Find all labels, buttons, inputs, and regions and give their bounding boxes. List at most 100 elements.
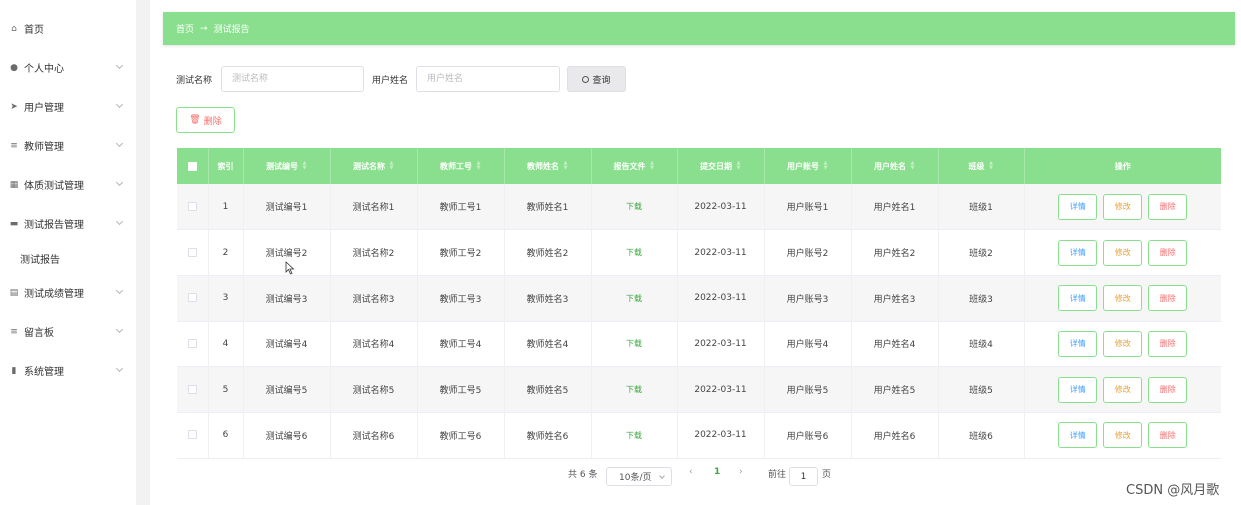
cell-report: 下载 [591,412,678,459]
cell-index: 6 [208,412,244,459]
cell-report: 下载 [591,366,678,413]
sidebar-item-users[interactable]: ➤ 用户管理 [0,87,136,126]
download-link[interactable]: 下载 [626,248,642,257]
table-row: 1 测试编号1 测试名称1 教师工号1 教师姓名1 下载 2022-03-11 用户账号1 用户… [177,184,1222,231]
edit-button[interactable]: 修改 [1103,376,1143,403]
sidebar-item-home[interactable]: ⌂ 首页 [0,9,136,48]
sidebar-item-guestbook[interactable]: ≡ 留言板 [0,312,136,351]
chevron-down-icon [115,364,124,373]
list-icon: ≡ [10,140,18,151]
select-all-checkbox[interactable] [187,161,197,171]
cell-test-no: 测试编号6 [243,412,331,459]
user-name-input[interactable] [416,66,560,92]
column-header-user-account[interactable]: 用户账号 ▲ ▼ [764,148,852,184]
batch-delete-button[interactable]: 🗑 删除 [176,107,235,133]
cell-user-account: 用户账号2 [764,229,852,276]
chevron-down-icon [115,325,124,334]
row-select-cell [177,184,209,231]
batch-delete-label: 删除 [203,116,222,127]
table-row: 2 测试编号2 测试名称2 教师工号2 教师姓名2 下载 2022-03-11 用户账号2 用户… [177,229,1221,276]
sidebar-item-scores[interactable]: ▤ 测试成绩管理 [0,273,136,312]
column-header-submit-date[interactable]: 提交日期 ▲ ▼ [677,148,765,184]
next-page-button[interactable]: › [739,467,743,477]
page-number-current[interactable]: 1 [714,467,720,477]
detail-button[interactable]: 详情 [1058,193,1098,220]
delete-button[interactable]: 删除 [1148,422,1188,449]
edit-button[interactable]: 修改 [1103,239,1143,266]
sidebar-subitem-test-report[interactable]: 测试报告 [0,243,136,273]
cell-actions: 详情 修改 删除 [1024,412,1221,459]
delete-button[interactable]: 删除 [1148,285,1188,312]
mouse-cursor-icon [285,261,295,275]
column-header-teacher-name[interactable]: 教师姓名 ▲ ▼ [504,148,592,184]
detail-button[interactable]: 详情 [1058,330,1098,357]
breadcrumb-current: 测试报告 [213,25,250,35]
sidebar-item-test-reports[interactable]: ▬ 测试报告管理 [0,204,136,243]
cell-test-no: 测试编号4 [243,321,331,368]
edit-button[interactable]: 修改 [1103,330,1143,357]
trash-icon: 🗑 [189,115,201,125]
row-actions: 详情 修改 删除 [1025,193,1222,220]
detail-button[interactable]: 详情 [1058,239,1098,266]
sidebar-item-profile[interactable]: ● 个人中心 [0,48,136,87]
row-checkbox[interactable] [187,201,197,211]
cell-class: 班级5 [938,366,1025,413]
column-header-report[interactable]: 报告文件 ▲ ▼ [591,148,678,184]
column-header-label: 测试编号 [266,161,298,171]
column-header-test-no[interactable]: 测试编号 ▲ ▼ [243,148,331,184]
download-link[interactable]: 下载 [626,431,642,440]
cell-submit-date: 2022-03-11 [677,275,765,322]
sidebar-item-teachers[interactable]: ≡ 教师管理 [0,126,136,165]
detail-button[interactable]: 详情 [1058,376,1098,403]
edit-button[interactable]: 修改 [1103,285,1143,312]
breadcrumb-home[interactable]: 首页 [176,22,194,35]
cell-user-name: 用户姓名5 [851,366,939,413]
row-checkbox[interactable] [187,293,197,303]
row-checkbox[interactable] [187,430,197,440]
column-header-class[interactable]: 班级 ▲ ▼ [938,148,1025,184]
breadcrumb: 首页 → 测试报告 [163,12,1235,45]
row-checkbox[interactable] [187,384,197,394]
download-link[interactable]: 下载 [626,294,642,303]
table-row: 3 测试编号3 测试名称3 教师工号3 教师姓名3 下载 2022-03-11 用户账号3 用户… [177,275,1221,322]
delete-button[interactable]: 删除 [1148,193,1188,220]
sidebar-item-label: 留言板 [24,328,54,339]
sidebar-item-label: 个人中心 [24,64,64,75]
column-header-label: 用户账号 [787,161,819,171]
sidebar-item-system[interactable]: ▮ 系统管理 [0,351,136,390]
sort-icon: ▲ ▼ [989,160,993,171]
cell-test-name: 测试名称5 [330,366,418,413]
detail-button[interactable]: 详情 [1058,422,1098,449]
prev-page-button[interactable]: ‹ [689,467,693,477]
cell-submit-date: 2022-03-11 [677,366,765,413]
test-name-label: 测试名称 [176,76,213,86]
test-name-input[interactable] [221,66,364,92]
column-header-teacher-no[interactable]: 教师工号 ▲ ▼ [417,148,505,184]
edit-button[interactable]: 修改 [1103,193,1143,220]
cell-teacher-no: 教师工号2 [417,229,505,276]
download-link[interactable]: 下载 [626,385,642,394]
delete-button[interactable]: 删除 [1148,330,1188,357]
delete-button[interactable]: 删除 [1148,239,1188,266]
query-button[interactable]: 查询 [567,66,626,92]
chevron-down-icon [659,473,665,479]
chevron-down-icon [115,178,124,187]
page-unit-label: 页 [822,470,832,480]
download-link[interactable]: 下载 [626,202,642,211]
goto-page-input[interactable] [789,467,818,486]
table-row: 4 测试编号4 测试名称4 教师工号4 教师姓名4 下载 2022-03-11 用户账号4 用户… [177,321,1221,368]
download-link[interactable]: 下载 [626,339,642,348]
edit-button[interactable]: 修改 [1103,422,1143,449]
cell-teacher-name: 教师姓名1 [504,184,592,231]
sidebar-item-fitness-tests[interactable]: ▦ 体质测试管理 [0,165,136,204]
delete-button[interactable]: 删除 [1148,376,1188,403]
row-checkbox[interactable] [187,338,197,348]
sort-icon: ▲ ▼ [823,160,828,171]
cell-class: 班级6 [938,412,1025,459]
row-checkbox[interactable] [187,247,197,257]
detail-button[interactable]: 详情 [1058,285,1098,312]
column-header-user-name[interactable]: 用户姓名 ▲ ▼ [851,148,939,184]
page-size-select[interactable]: 10条/页 [606,467,672,486]
cell-submit-date: 2022-03-11 [677,229,765,276]
column-header-test-name[interactable]: 测试名称 ▲ ▼ [330,148,418,184]
